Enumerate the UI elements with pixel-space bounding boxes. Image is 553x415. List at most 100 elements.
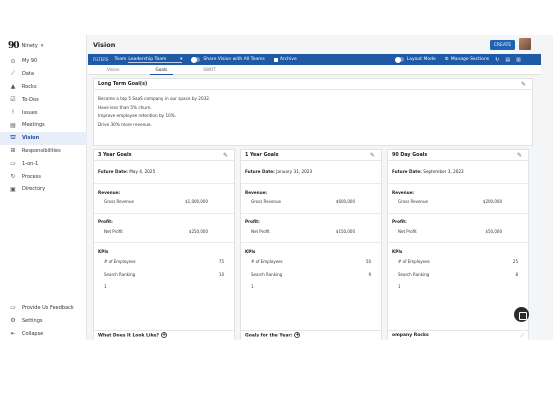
card-footer: Goals for the Year: + [241, 330, 381, 340]
archive-icon[interactable] [273, 57, 278, 62]
revenue-value: $200,000 [482, 199, 502, 204]
sidebar-item-label: Data [22, 71, 34, 78]
archive-link[interactable]: Archive [280, 57, 297, 62]
goal-item: Become a top 5 SaaS company in our space… [98, 96, 211, 101]
kpi-value: 9 [368, 271, 371, 277]
app-shell: 90 Ninety ▾ ⊙ My 90 ⟋ Data ▲ Rocks ☑ To-… [0, 35, 553, 340]
create-button[interactable]: CREATE [490, 40, 515, 50]
sidebar-item-process[interactable]: ↻ Process [0, 170, 87, 183]
kpi-row: 1 [245, 281, 377, 294]
edit-icon[interactable]: ✎ [517, 152, 522, 159]
profit-value: $150,000 [335, 228, 355, 234]
tab-vision[interactable]: Vision [107, 65, 120, 75]
directory-icon: ▣ [10, 185, 16, 193]
edit-icon[interactable]: ✎ [223, 152, 228, 159]
team-label: Team [114, 57, 127, 62]
sidebar-item-settings[interactable]: ⚙ Settings [0, 314, 87, 327]
tab-goals[interactable]: Goals [149, 65, 173, 75]
sidebar-item-feedback[interactable]: ▭ Provide Us Feedback [0, 301, 87, 314]
sidebar-item-directory[interactable]: ▣ Directory [0, 183, 87, 196]
card-header: 3 Year Goals ✎ [94, 150, 234, 161]
avatar[interactable] [519, 38, 531, 50]
card-header: 1 Year Goals ✎ [241, 150, 381, 161]
edit-icon[interactable]: ✎ [370, 152, 375, 159]
future-date-value: May 4, 2025 [129, 169, 156, 174]
sidebar-item-todos[interactable]: ☑ To-Dos [0, 93, 87, 106]
sidebar-footer: ▭ Provide Us Feedback ⚙ Settings ⇤ Colla… [0, 301, 87, 340]
tab-swot[interactable]: SWOT [203, 65, 216, 75]
three-year-goals-card: 3 Year Goals ✎ Future Date: May 4, 2025 … [93, 149, 235, 340]
target-icon: ⊙ [10, 57, 16, 65]
chat-support-button[interactable] [514, 307, 529, 322]
layout-mode-label: Layout Mode [406, 57, 436, 62]
sidebar-item-label: Rocks [22, 83, 37, 90]
sidebar-item-1on1[interactable]: ▭ 1-on-1 [0, 157, 87, 170]
sidebar-item-issues[interactable]: ! Issues [0, 106, 87, 119]
sidebar-item-label: Collapse [22, 330, 44, 337]
add-circle-icon[interactable]: + [294, 332, 301, 339]
sidebar-item-responsibilities[interactable]: ⊞ Responsibilities [0, 145, 87, 158]
sidebar-item-label: Issues [22, 109, 38, 116]
org-switcher[interactable]: 90 Ninety ▾ [8, 41, 43, 51]
kpi-name: # of Employees [398, 259, 430, 265]
feedback-icon: ▭ [10, 304, 16, 311]
add-circle-icon[interactable]: + [161, 332, 167, 339]
revenue-value: $600,000 [335, 199, 355, 204]
one-year-goals-card: 1 Year Goals ✎ Future Date: January 31, … [240, 149, 382, 340]
kpi-row: # of Employees 25 [392, 256, 524, 269]
kpi-value: 10 [218, 271, 224, 277]
goal-item: Drive 30% more revenue. [98, 121, 152, 127]
divider [94, 212, 234, 213]
goal-item: Improve employee retention by 10%. [98, 113, 177, 118]
footer-section-title: What Does It Look Like? + [98, 332, 167, 339]
profit-row: Net Profit $150,000 [245, 226, 377, 236]
card-title: 90 Day Goals [392, 152, 428, 158]
card-body: Future Date: May 4, 2025 Revenue: Gross … [94, 161, 234, 293]
revenue-row: Gross Revenue $200,000 [392, 197, 524, 207]
sidebar-item-my90[interactable]: ⊙ My 90 [0, 55, 87, 68]
footer-section-label: What Does It Look Like? [98, 333, 159, 339]
kpis-label: KPIs [392, 248, 403, 254]
sidebar-item-data[interactable]: ⟋ Data [0, 68, 87, 81]
kpi-name: # of Employees [104, 259, 136, 265]
revenue-item: Gross Revenue [398, 199, 428, 204]
share-vision-toggle[interactable] [191, 56, 201, 63]
sidebar-item-meetings[interactable]: ▤ Meetings [0, 119, 87, 132]
revenue-value: $1,000,000 [185, 199, 208, 204]
conversation-icon: ▭ [10, 160, 16, 168]
trend-up-icon[interactable]: ⟋ [520, 333, 524, 339]
profit-value: $50,000 [485, 228, 502, 234]
main-content: Vision CREATE FILTERS Team Leadership Te… [88, 35, 553, 340]
future-date: Future Date: September 3, 2022 [392, 169, 524, 177]
layout-mode-toggle[interactable] [394, 56, 404, 63]
manage-sections-button[interactable]: Manage Sections [451, 57, 489, 62]
chevron-down-icon: ▾ [40, 43, 44, 49]
future-date: Future Date: January 31, 2023 [245, 169, 377, 177]
chevron-down-icon: ▾ [180, 56, 183, 62]
gear-icon[interactable]: ⚙ [445, 57, 449, 62]
profit-label: Profit: [98, 219, 113, 224]
sidebar-item-collapse[interactable]: ⇤ Collapse [0, 327, 87, 340]
edit-icon[interactable]: ✎ [521, 81, 526, 88]
ninety-logo: 90 [8, 41, 19, 51]
revenue-item: Gross Revenue [251, 199, 281, 204]
profit-row: Net Profit $250,000 [98, 226, 230, 236]
refresh-icon[interactable]: ↻ [495, 57, 499, 63]
team-select[interactable]: Leadership Team ▾ [128, 56, 183, 63]
divider [94, 183, 234, 184]
filter-bar: FILTERS Team Leadership Team ▾ Share Vis… [88, 54, 541, 65]
card-title: 1 Year Goals [245, 152, 279, 158]
sidebar-item-vision[interactable]: ⛫ Vision [0, 131, 87, 145]
kpi-value: 75 [218, 259, 224, 265]
kpi-name: # of Employees [251, 259, 283, 265]
card-title: 3 Year Goals [98, 152, 132, 158]
kpi-name: Search Ranking [104, 271, 136, 277]
kpi-name: Search Ranking [398, 271, 430, 277]
kpi-value: 50 [365, 259, 371, 265]
kpi-name: 1 [398, 284, 401, 290]
export-icon[interactable]: ▥ [516, 57, 521, 63]
print-icon[interactable]: ▤ [505, 57, 510, 63]
kpi-row: # of Employees 50 [245, 256, 377, 269]
sidebar-item-rocks[interactable]: ▲ Rocks [0, 81, 87, 94]
footer-section-title: Goals for the Year: + [245, 332, 301, 339]
